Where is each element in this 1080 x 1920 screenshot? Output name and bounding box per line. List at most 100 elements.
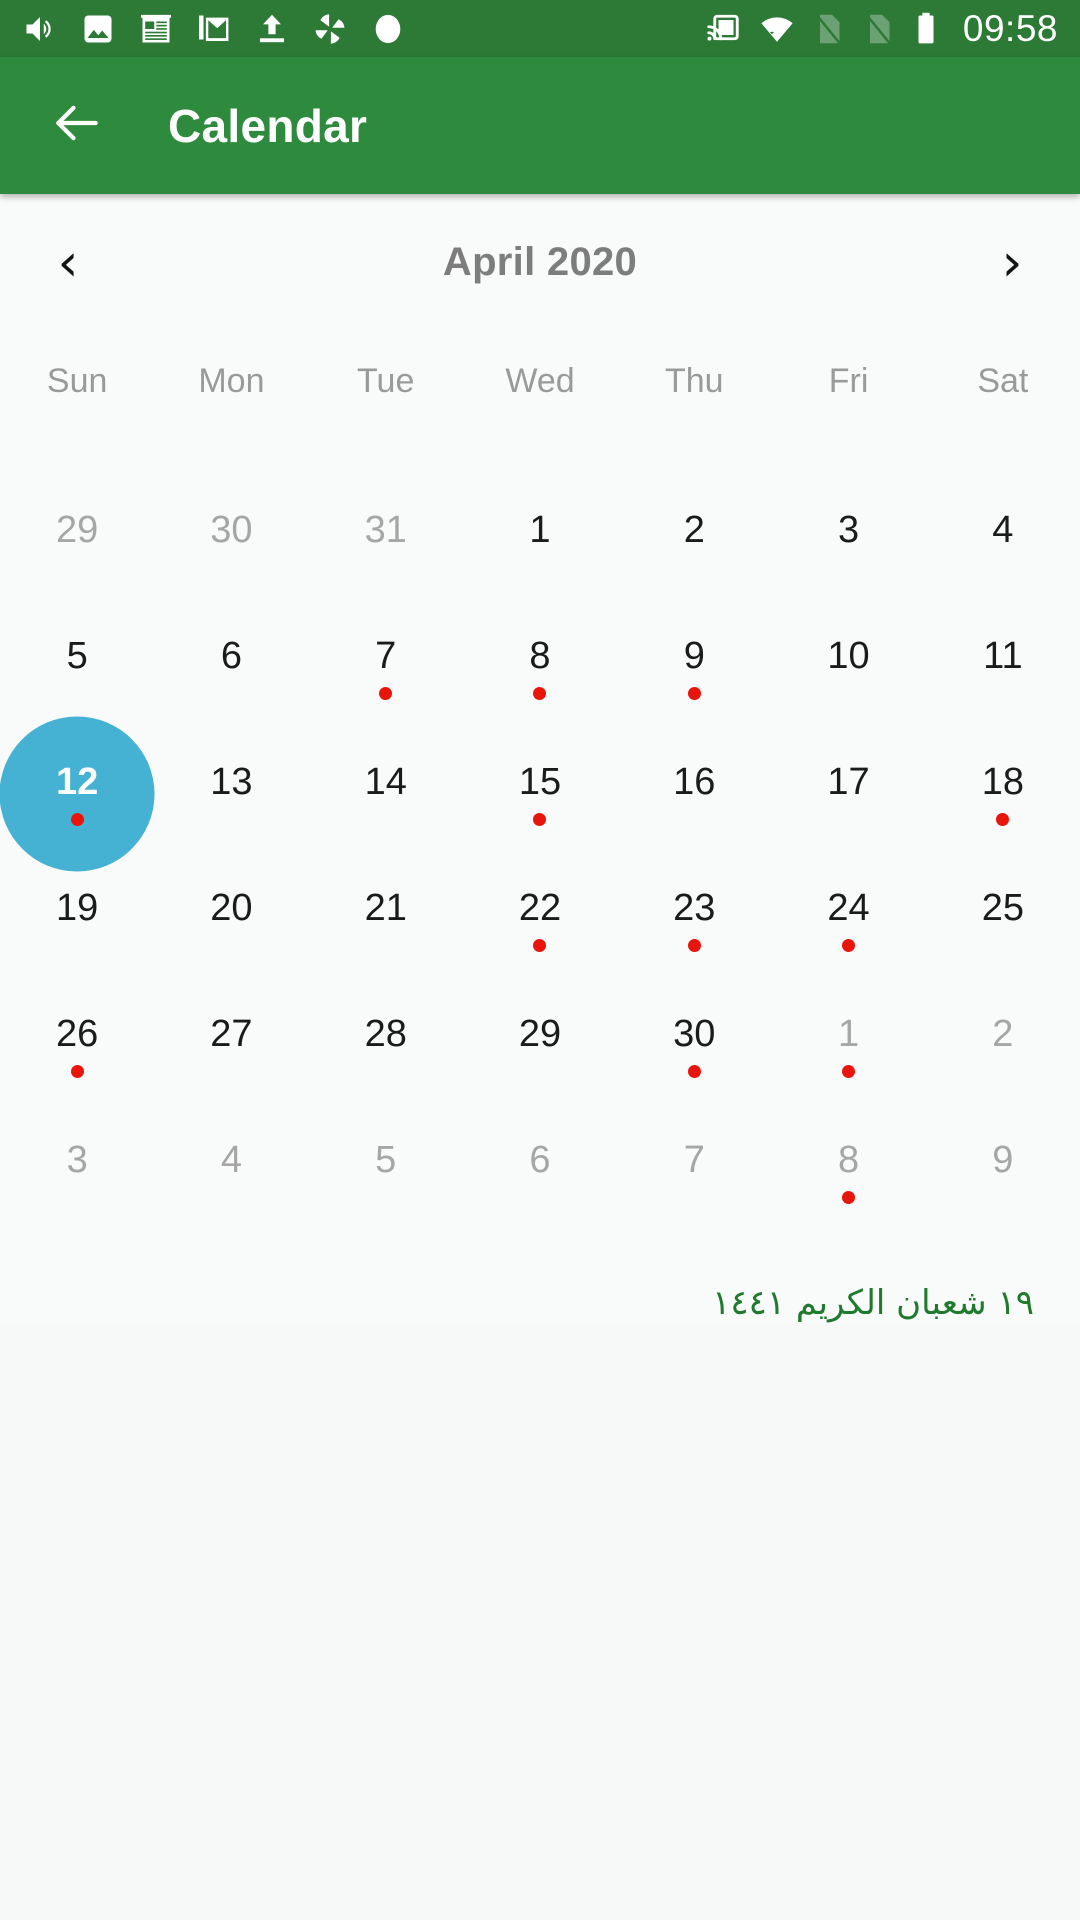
calendar-day-cell[interactable]: 29 — [0, 479, 154, 605]
day-number: 4 — [992, 508, 1014, 551]
status-bar: 09:58 — [0, 0, 1080, 57]
weekday-header-sun: Sun — [46, 361, 108, 400]
day-number: 4 — [220, 1138, 242, 1181]
day-number: 9 — [992, 1138, 1014, 1181]
chevron-left-icon: ‹ — [57, 232, 79, 293]
sim-card-1-disabled-icon — [813, 11, 845, 47]
hijri-date-row: ١٩ شعبان الكريم ١٤٤١ — [0, 1235, 1080, 1323]
app-bar: Calendar — [0, 57, 1080, 194]
calendar-day-cell[interactable]: 14 — [309, 731, 463, 857]
gmail-icon — [196, 11, 232, 47]
calendar-day-cell[interactable]: 16 — [617, 731, 771, 857]
calendar-day-cell[interactable]: 20 — [154, 857, 308, 983]
weekday-header-thu: Thu — [664, 361, 724, 400]
calendar-day-cell[interactable]: 11 — [926, 605, 1080, 731]
calendar-day-cell[interactable]: 23 — [617, 857, 771, 983]
event-dot — [533, 686, 547, 700]
day-number: 16 — [673, 760, 716, 803]
weekday-header-sat: Sat — [977, 361, 1029, 400]
calendar-day-cell[interactable]: 12 — [0, 716, 155, 872]
day-number: 5 — [66, 634, 88, 677]
day-number: 25 — [981, 886, 1024, 929]
weekday-header-tue: Tue — [357, 361, 415, 400]
day-number: 20 — [210, 886, 253, 929]
day-number: 21 — [364, 886, 407, 929]
calendar-day-cell[interactable]: 6 — [154, 605, 308, 731]
calendar-day-cell[interactable]: 29 — [463, 983, 617, 1109]
event-dot — [842, 1064, 856, 1078]
calendar-day-cell[interactable]: 21 — [309, 857, 463, 983]
day-number: 28 — [364, 1012, 407, 1055]
calendar-day-cell[interactable]: 27 — [154, 983, 308, 1109]
status-bar-clock: 09:58 — [962, 8, 1058, 49]
day-number: 13 — [210, 760, 253, 803]
back-arrow-icon — [49, 95, 105, 156]
day-number: 12 — [56, 760, 99, 803]
calendar-day-cell[interactable]: 2 — [926, 983, 1080, 1109]
weekday-header-mon: Mon — [198, 361, 265, 400]
photo-icon — [80, 11, 116, 47]
day-number: 7 — [683, 1138, 705, 1181]
calendar-day-cell[interactable]: 13 — [154, 731, 308, 857]
day-number: 18 — [981, 760, 1024, 803]
event-dot — [533, 938, 547, 952]
calendar-day-cell[interactable]: 30 — [154, 479, 308, 605]
day-number: 10 — [827, 634, 870, 677]
calendar-day-cell[interactable]: 24 — [771, 857, 925, 983]
calendar-day-cell[interactable]: 9 — [926, 1109, 1080, 1235]
calendar-day-cell[interactable]: 15 — [463, 731, 617, 857]
back-button[interactable] — [46, 95, 108, 157]
calendar-day-cell[interactable]: 19 — [0, 857, 154, 983]
chevron-right-icon: › — [1001, 232, 1023, 293]
day-number: 8 — [529, 634, 551, 677]
calendar-day-cell[interactable]: 3 — [771, 479, 925, 605]
day-number: 1 — [529, 508, 551, 551]
day-number: 31 — [364, 508, 407, 551]
calendar-day-cell[interactable]: 4 — [154, 1109, 308, 1235]
calendar-day-cell[interactable]: 30 — [617, 983, 771, 1109]
calendar-day-cell[interactable]: 5 — [309, 1109, 463, 1235]
previous-month-button[interactable]: ‹ — [34, 229, 102, 297]
day-number: 6 — [529, 1138, 551, 1181]
circle-icon — [370, 11, 406, 47]
event-dot — [533, 812, 547, 826]
pinwheel-icon — [312, 11, 348, 47]
calendar-day-cell[interactable]: 22 — [463, 857, 617, 983]
calendar-day-cell[interactable]: 3 — [0, 1109, 154, 1235]
calendar-days-grid: 29 30 31 1 2 3 4 5 6 7 8 9 10 11 12 13 14 15 16 17 18 19 20 21 2… — [0, 479, 1080, 1235]
day-number: 15 — [518, 760, 562, 803]
calendar-day-cell[interactable]: 10 — [771, 605, 925, 731]
calendar-day-cell[interactable]: 7 — [309, 605, 463, 731]
calendar-day-cell[interactable]: 28 — [309, 983, 463, 1109]
calendar-day-cell[interactable]: 2 — [617, 479, 771, 605]
event-dot — [379, 686, 393, 700]
calendar-day-cell[interactable]: 9 — [617, 605, 771, 731]
calendar-day-cell[interactable]: 7 — [617, 1109, 771, 1235]
calendar-day-cell[interactable]: 26 — [0, 983, 154, 1109]
day-number: 22 — [518, 886, 562, 929]
calendar-day-cell[interactable]: 18 — [926, 731, 1080, 857]
day-number: 1 — [837, 1012, 860, 1055]
day-number: 30 — [673, 1012, 716, 1055]
weekday-header-fri: Fri — [828, 361, 869, 400]
day-number: 17 — [827, 760, 870, 803]
calendar-day-cell[interactable]: 25 — [926, 857, 1080, 983]
calendar-day-cell[interactable]: 5 — [0, 605, 154, 731]
calendar-day-cell[interactable]: 8 — [463, 605, 617, 731]
weekday-header-row: Sun Mon Tue Wed Thu Fri Sat — [0, 325, 1080, 437]
calendar-day-cell[interactable]: 4 — [926, 479, 1080, 605]
event-dot — [70, 1064, 84, 1078]
calendar-day-cell[interactable]: 1 — [771, 983, 925, 1109]
event-dot — [687, 1064, 701, 1078]
calendar-day-cell[interactable]: 31 — [309, 479, 463, 605]
day-number: 26 — [56, 1012, 99, 1055]
event-dot — [842, 938, 856, 952]
calendar-day-cell[interactable]: 1 — [463, 479, 617, 605]
calendar-day-cell[interactable]: 17 — [771, 731, 925, 857]
calendar-day-cell[interactable]: 8 — [771, 1109, 925, 1235]
calendar-day-cell[interactable]: 6 — [463, 1109, 617, 1235]
day-number: 19 — [56, 886, 99, 929]
status-bar-notification-icons — [22, 11, 406, 47]
day-number: 2 — [992, 1012, 1014, 1055]
next-month-button[interactable]: › — [978, 229, 1046, 297]
